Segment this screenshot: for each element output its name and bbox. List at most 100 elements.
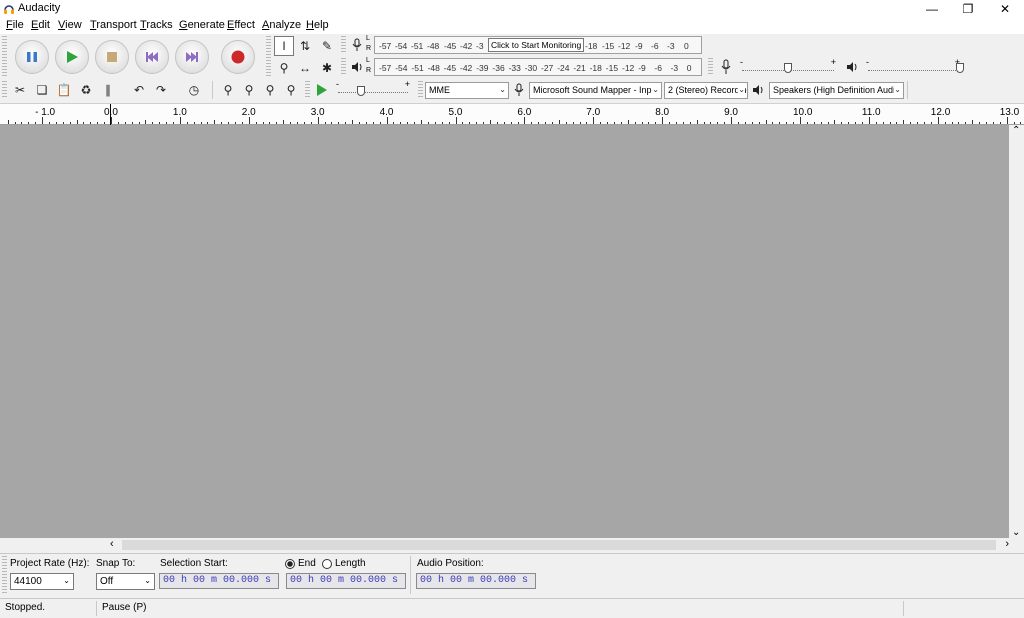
play-button[interactable]	[55, 40, 89, 74]
audio-host-select[interactable]: MME ⌄	[425, 82, 509, 99]
ruler-tick	[1013, 122, 1015, 124]
ruler-tick	[124, 122, 126, 124]
silence-button[interactable]: ∥	[98, 80, 118, 100]
speaker-icon[interactable]	[349, 58, 365, 76]
end-radio[interactable]: End	[285, 558, 316, 569]
menu-file[interactable]: File	[6, 19, 24, 31]
skip-to-end-button[interactable]	[175, 40, 209, 74]
ruler-tick	[455, 117, 457, 124]
fit-project-button[interactable]: ⚲	[281, 80, 301, 100]
output-slider-min: -	[866, 57, 869, 67]
vertical-scrollbar[interactable]: ⌃ ⌄	[1009, 125, 1024, 538]
envelope-tool-button[interactable]: ⇅	[295, 36, 315, 56]
copy-icon: ❏	[36, 83, 48, 97]
timeshift-tool-button[interactable]: ↔	[295, 58, 315, 78]
selection-tool-button[interactable]: I	[274, 36, 294, 56]
undo-button[interactable]: ↶	[129, 80, 149, 100]
cut-button[interactable]: ✂	[10, 80, 30, 100]
multi-tool-button[interactable]: ✱	[317, 58, 337, 78]
asterisk-icon: ✱	[321, 61, 333, 75]
timeline-ruler[interactable]: - 1.00.01.02.03.04.05.06.07.08.09.010.01…	[0, 103, 1024, 125]
ruler-tick	[214, 120, 216, 124]
mixer-toolbar-grip[interactable]	[708, 58, 713, 76]
stop-button[interactable]	[95, 40, 129, 74]
audio-position-time[interactable]: 00 h 00 m 00.000 s	[416, 573, 536, 589]
menu-analyze[interactable]: Analyze	[262, 19, 301, 31]
menu-view[interactable]: View	[58, 19, 82, 31]
track-area[interactable]	[0, 125, 1009, 538]
edit-toolbar-grip[interactable]	[2, 81, 7, 99]
sync-lock-button[interactable]: ◷	[184, 80, 204, 100]
recording-device-select[interactable]: Microsoft Sound Mapper - Input ⌄	[529, 82, 662, 99]
meter-tick-label: 0	[684, 41, 689, 51]
play-at-speed-grip[interactable]	[305, 81, 310, 99]
skip-to-start-button[interactable]	[135, 40, 169, 74]
recording-channels-select[interactable]: 2 (Stereo) Recording Channels⌄	[664, 82, 748, 99]
menu-effect[interactable]: Effect	[227, 19, 255, 31]
fit-selection-button[interactable]: ⚲	[260, 80, 280, 100]
speed-slider-thumb[interactable]	[357, 86, 365, 96]
playback-meter[interactable]: -57 -54 -51 -48 -45 -42 -39 -36 -33 -30 -27 -24 -21-…	[374, 58, 702, 76]
pause-button[interactable]	[15, 40, 49, 74]
ruler-tick	[28, 122, 30, 124]
playback-speed-slider[interactable]: - +	[336, 79, 412, 97]
microphone-icon[interactable]	[349, 36, 365, 54]
playback-device-select[interactable]: Speakers (High Definition Audio ⌄	[769, 82, 904, 99]
meter-tick-label: -54	[395, 63, 408, 73]
paste-button[interactable]: 📋	[54, 80, 74, 100]
input-volume-slider[interactable]: - +	[740, 57, 836, 74]
record-button[interactable]	[221, 40, 255, 74]
ruler-tick	[69, 122, 71, 124]
length-radio[interactable]: Length	[322, 558, 366, 569]
ruler-tick	[186, 122, 188, 124]
menu-tracks[interactable]: Tracks	[140, 19, 173, 31]
meter-tick-label: -33	[508, 63, 521, 73]
menu-help[interactable]: Help	[306, 19, 329, 31]
selection-start-time[interactable]: 00 h 00 m 00.000 s	[159, 573, 279, 589]
ruler-tick	[944, 122, 946, 124]
minimize-button[interactable]: —	[914, 0, 950, 18]
chevron-down-icon: ⌄	[499, 85, 506, 94]
chevron-down-icon: ⌄	[894, 85, 901, 94]
ruler-tick	[593, 117, 595, 124]
copy-button[interactable]: ❏	[32, 80, 52, 100]
input-slider-thumb[interactable]	[784, 63, 792, 73]
horizontal-scroll-thumb[interactable]	[122, 540, 996, 550]
selection-toolbar-grip[interactable]	[2, 556, 7, 594]
trim-button[interactable]: ♻	[76, 80, 96, 100]
ruler-tick	[565, 122, 567, 124]
zoom-tool-button[interactable]: ⚲	[274, 58, 294, 78]
project-rate-select[interactable]: 44100 ⌄	[10, 573, 74, 590]
play-meter-grip[interactable]	[341, 58, 346, 76]
snap-to-select[interactable]: Off ⌄	[96, 573, 155, 590]
draw-tool-button[interactable]: ✎	[317, 36, 337, 56]
scroll-right-icon[interactable]: ›	[1005, 538, 1009, 550]
scroll-left-icon[interactable]: ‹	[110, 538, 114, 550]
ruler-tick	[737, 122, 739, 124]
tools-toolbar-grip[interactable]	[266, 36, 271, 76]
restore-button[interactable]: ❐	[950, 0, 986, 18]
scroll-down-icon[interactable]: ⌄	[1012, 527, 1020, 538]
play-at-speed-button[interactable]	[312, 80, 332, 100]
close-button[interactable]: ✕	[987, 0, 1023, 18]
ruler-tick	[338, 122, 340, 124]
horizontal-scrollbar[interactable]: ‹ ›	[108, 538, 1012, 552]
device-toolbar-grip[interactable]	[418, 81, 423, 99]
record-meter-grip[interactable]	[341, 36, 346, 54]
menu-generate[interactable]: Generate	[179, 19, 225, 31]
zoom-in-button[interactable]: ⚲	[218, 80, 238, 100]
zoom-out-button[interactable]: ⚲	[239, 80, 259, 100]
ruler-tick	[510, 122, 512, 124]
monitoring-tooltip[interactable]: Click to Start Monitoring	[488, 38, 585, 52]
playhead-marker[interactable]	[110, 104, 111, 125]
output-volume-slider[interactable]: - +	[866, 57, 964, 74]
transport-toolbar-grip[interactable]	[2, 36, 7, 76]
selection-end-time[interactable]: 00 h 00 m 00.000 s	[286, 573, 406, 589]
ruler-tick	[937, 117, 939, 124]
menu-transport[interactable]: Transport	[90, 19, 137, 31]
scroll-up-icon[interactable]: ⌃	[1012, 125, 1020, 136]
magnifier-icon: ⚲	[279, 61, 289, 75]
redo-button[interactable]: ↷	[151, 80, 171, 100]
output-slider-thumb[interactable]	[956, 63, 964, 73]
menu-edit[interactable]: Edit	[31, 19, 50, 31]
